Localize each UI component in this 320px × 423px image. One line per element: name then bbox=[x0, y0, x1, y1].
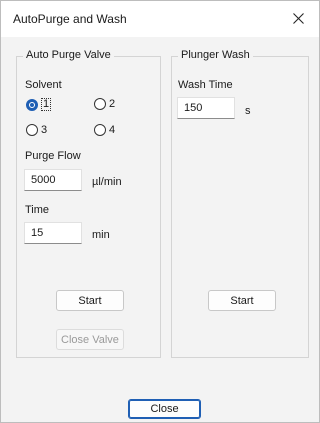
solvent-radio-2[interactable]: 2 bbox=[94, 98, 115, 110]
purge-start-button[interactable]: Start bbox=[56, 290, 124, 311]
close-button[interactable]: Close bbox=[128, 399, 201, 419]
close-window-button[interactable] bbox=[287, 7, 309, 29]
radio-circle bbox=[94, 98, 106, 110]
solvent-radio-1-label: 1 bbox=[41, 98, 52, 111]
solvent-radio-4-label: 4 bbox=[109, 124, 116, 136]
close-valve-button[interactable]: Close Valve bbox=[56, 329, 124, 350]
window-title: AutoPurge and Wash bbox=[13, 12, 127, 26]
wash-time-unit: s bbox=[245, 105, 251, 117]
purge-flow-unit: µl/min bbox=[92, 176, 122, 188]
plunger-wash-group-label: Plunger Wash bbox=[178, 49, 253, 61]
radio-circle bbox=[26, 124, 38, 136]
purge-time-input[interactable]: 15 bbox=[24, 222, 82, 244]
time-label: Time bbox=[25, 204, 50, 216]
solvent-radio-3-label: 3 bbox=[41, 124, 48, 136]
auto-purge-valve-group-label: Auto Purge Valve bbox=[23, 49, 114, 61]
wash-time-label: Wash Time bbox=[178, 79, 233, 91]
solvent-radio-3[interactable]: 3 bbox=[26, 124, 47, 136]
title-bar: AutoPurge and Wash bbox=[1, 1, 319, 37]
radio-circle bbox=[26, 98, 38, 111]
autopurge-dialog: AutoPurge and Wash Auto Purge Valve Solv… bbox=[0, 0, 320, 423]
close-icon bbox=[292, 12, 304, 24]
solvent-radio-1[interactable]: 1 bbox=[26, 98, 52, 111]
purge-flow-label: Purge Flow bbox=[25, 150, 81, 162]
radio-circle bbox=[94, 124, 106, 136]
purge-flow-input[interactable]: 5000 bbox=[24, 169, 82, 191]
solvent-radio-4[interactable]: 4 bbox=[94, 124, 115, 136]
solvent-radio-2-label: 2 bbox=[109, 98, 116, 110]
wash-time-input[interactable]: 150 bbox=[177, 97, 235, 119]
wash-start-button[interactable]: Start bbox=[208, 290, 276, 311]
purge-time-unit: min bbox=[92, 229, 110, 241]
solvent-label: Solvent bbox=[25, 79, 62, 91]
